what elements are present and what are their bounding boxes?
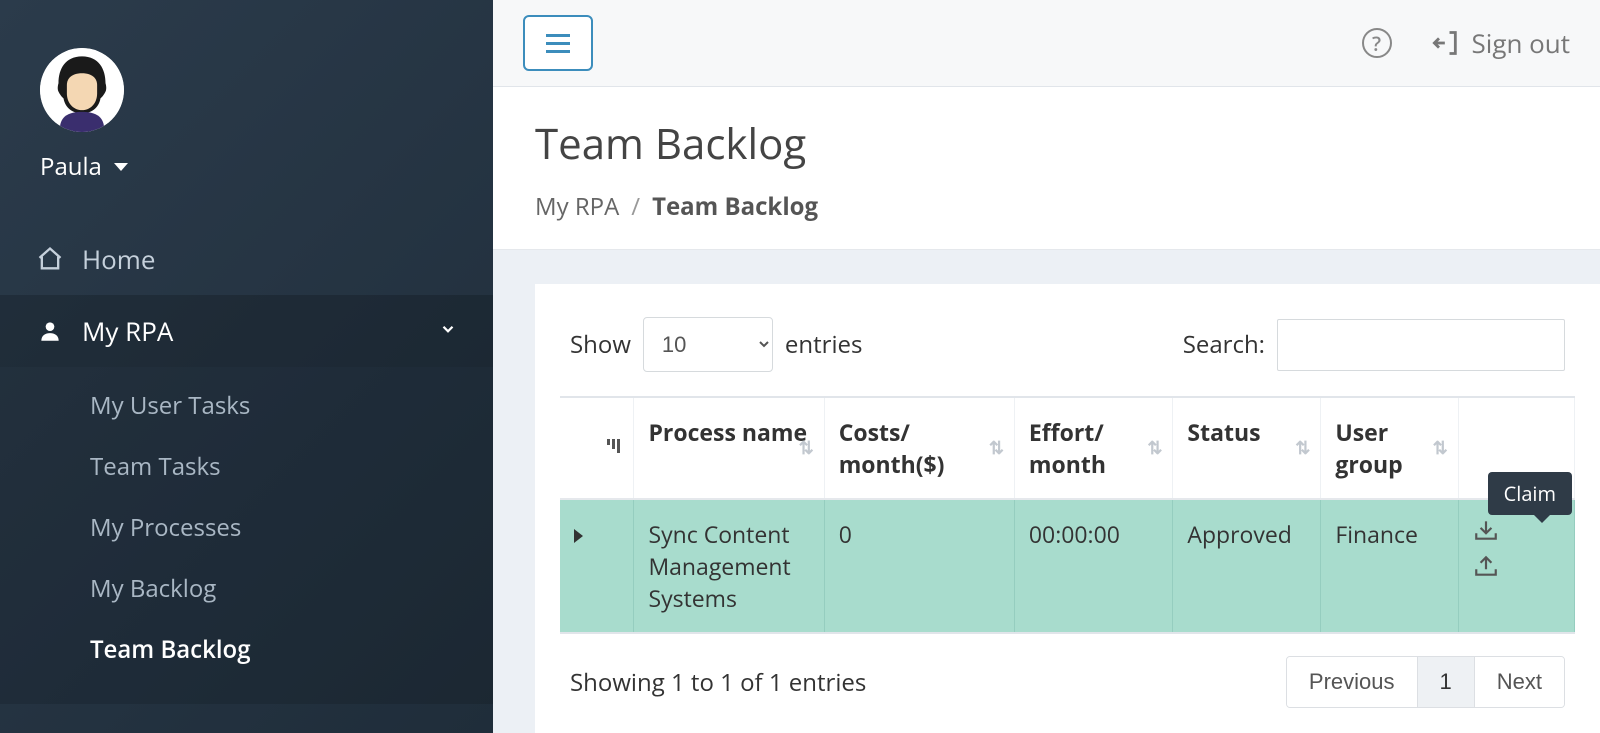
sort-icon: ⇅: [799, 443, 814, 453]
cell-effort: 00:00:00: [1014, 499, 1173, 633]
topbar: ? Sign out: [493, 0, 1600, 87]
sidebar-item-label: My Backlog: [90, 572, 216, 605]
sidebar-item-team-tasks[interactable]: Team Tasks: [0, 436, 493, 497]
avatar[interactable]: [40, 48, 124, 132]
sidebar-item-my-backlog[interactable]: My Backlog: [0, 558, 493, 619]
table-row[interactable]: Sync Content Management Systems 0 00:00:…: [560, 499, 1575, 633]
sort-icon: ⇅: [1433, 443, 1448, 453]
home-icon: [36, 245, 64, 273]
show-label-post: entries: [785, 328, 863, 361]
cell-costs: 0: [824, 499, 1014, 633]
col-label: Costs/ month($): [839, 416, 945, 480]
claim-tooltip: Claim: [1488, 472, 1572, 515]
row-expand-toggle[interactable]: [560, 499, 634, 633]
claim-icon[interactable]: [1473, 518, 1499, 542]
sidebar: Paula Home My RPA: [0, 0, 493, 733]
avatar-image-icon: [40, 48, 124, 132]
signout-label: Sign out: [1472, 25, 1571, 61]
backlog-table: Process name ⇅ Costs/ month($) ⇅ Effort/…: [560, 396, 1575, 634]
hamburger-icon: [546, 34, 570, 53]
pager: Previous 1 Next: [1286, 656, 1565, 708]
entries-length-control: Show 10 entries: [570, 317, 862, 372]
sidebar-item-team-backlog[interactable]: Team Backlog: [0, 619, 493, 680]
show-label-pre: Show: [570, 328, 631, 361]
col-label: Process name: [648, 416, 807, 448]
pager-prev-button[interactable]: Previous: [1287, 657, 1418, 707]
sidebar-item-home[interactable]: Home: [0, 223, 493, 295]
col-label: Status: [1187, 416, 1260, 448]
caret-right-icon: [574, 529, 583, 543]
user-menu[interactable]: Paula: [40, 150, 453, 183]
search-label: Search:: [1183, 328, 1265, 361]
breadcrumb: My RPA / Team Backlog: [535, 190, 1558, 223]
pager-next-button[interactable]: Next: [1475, 657, 1564, 707]
breadcrumb-current: Team Backlog: [652, 190, 818, 223]
sidebar-header: Paula: [0, 0, 493, 213]
sidebar-item-label: Team Backlog: [90, 633, 251, 666]
sidebar-item-label: My Processes: [90, 511, 241, 544]
caret-down-icon: [114, 163, 128, 171]
table-info: Showing 1 to 1 of 1 entries: [570, 666, 866, 699]
signout-icon: [1432, 29, 1460, 57]
sort-icon: ⇅: [1147, 443, 1162, 453]
help-icon[interactable]: ?: [1362, 28, 1392, 58]
cell-status: Approved: [1173, 499, 1321, 633]
release-icon[interactable]: [1473, 554, 1499, 578]
sidebar-item-my-processes[interactable]: My Processes: [0, 497, 493, 558]
person-icon: [36, 317, 64, 345]
sort-icon: ⇅: [1295, 443, 1310, 453]
sidebar-item-my-rpa[interactable]: My RPA: [0, 295, 493, 367]
sort-icon: [605, 437, 623, 459]
col-usergroup[interactable]: User group ⇅: [1321, 397, 1458, 499]
menu-toggle-button[interactable]: [523, 15, 593, 71]
page-title: Team Backlog: [535, 115, 1558, 172]
col-status[interactable]: Status ⇅: [1173, 397, 1321, 499]
sort-icon: ⇅: [989, 443, 1004, 453]
entries-select[interactable]: 10: [643, 317, 773, 372]
content-body: Show 10 entries Search:: [493, 250, 1600, 733]
sidebar-item-my-user-tasks[interactable]: My User Tasks: [0, 375, 493, 436]
cell-usergroup: Finance: [1321, 499, 1458, 633]
col-label: User group: [1335, 416, 1402, 480]
sidebar-submenu: My User Tasks Team Tasks My Processes My…: [0, 367, 493, 704]
sidebar-nav: Home My RPA My User Tasks Team Tasks My: [0, 223, 493, 704]
sidebar-item-label: My RPA: [82, 313, 173, 349]
col-costs[interactable]: Costs/ month($) ⇅: [824, 397, 1014, 499]
table-header-row: Process name ⇅ Costs/ month($) ⇅ Effort/…: [560, 397, 1575, 499]
signout-button[interactable]: Sign out: [1432, 25, 1571, 61]
breadcrumb-separator: /: [631, 190, 640, 223]
content-header: Team Backlog My RPA / Team Backlog: [493, 87, 1600, 250]
breadcrumb-root[interactable]: My RPA: [535, 190, 619, 223]
chevron-down-icon: [439, 320, 457, 343]
search-input[interactable]: [1277, 319, 1565, 371]
col-process-name[interactable]: Process name ⇅: [634, 397, 824, 499]
user-name: Paula: [40, 150, 102, 183]
cell-process-name: Sync Content Management Systems: [634, 499, 824, 633]
cell-actions: Claim: [1458, 499, 1574, 633]
sidebar-item-label: Team Tasks: [90, 450, 221, 483]
col-effort[interactable]: Effort/ month ⇅: [1014, 397, 1173, 499]
col-expand[interactable]: [560, 397, 634, 499]
pager-page-button[interactable]: 1: [1418, 657, 1475, 707]
panel: Show 10 entries Search:: [535, 284, 1600, 733]
sidebar-item-label: My User Tasks: [90, 389, 250, 422]
col-label: Effort/ month: [1029, 416, 1106, 480]
main: ? Sign out Team Backlog My RPA / Team Ba…: [493, 0, 1600, 733]
sidebar-item-label: Home: [82, 241, 155, 277]
